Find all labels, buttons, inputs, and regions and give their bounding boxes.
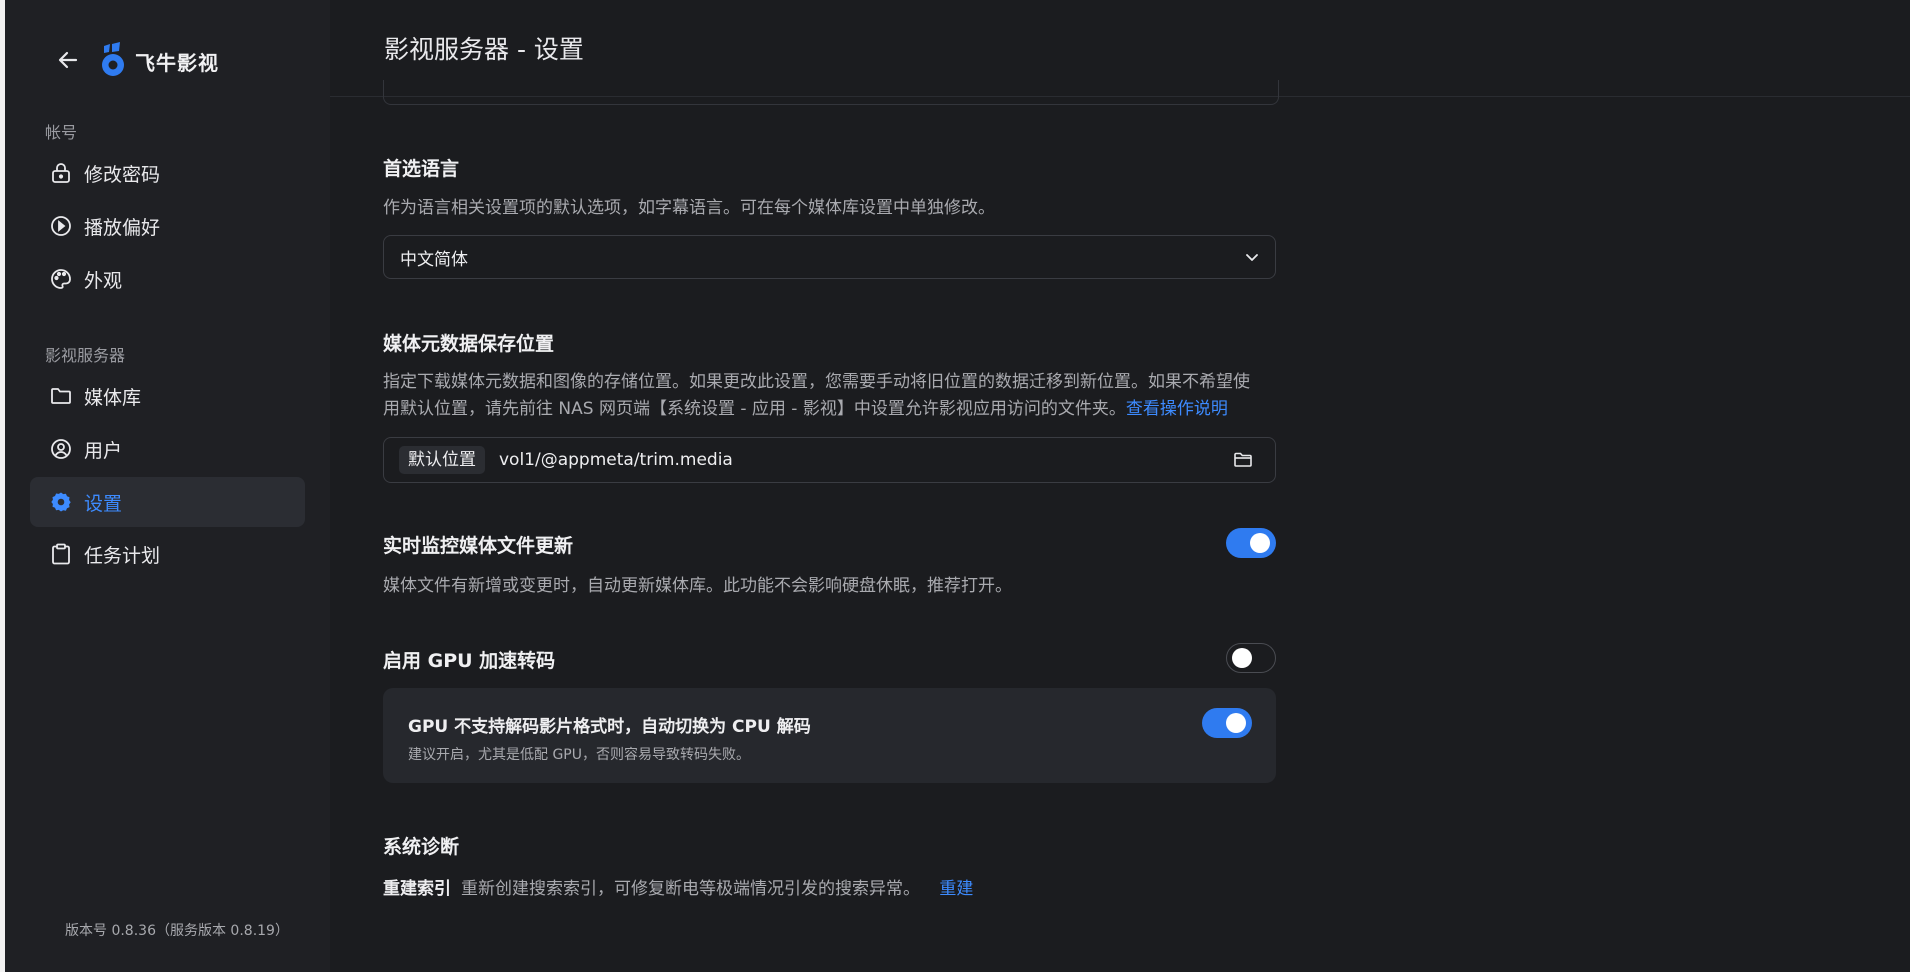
arrow-left-icon <box>58 51 78 69</box>
nav-label: 媒体库 <box>84 386 142 409</box>
gpu-title: 启用 GPU 加速转码 <box>383 650 556 672</box>
rebuild-button[interactable]: 重建 <box>939 879 973 899</box>
rebuild-index-label: 重建索引 <box>383 879 451 899</box>
metadata-title: 媒体元数据保存位置 <box>383 333 555 355</box>
previous-field-edge <box>383 80 1279 105</box>
nav-appearance[interactable]: 外观 <box>30 254 305 304</box>
view-instructions-link[interactable]: 查看操作说明 <box>1126 399 1228 419</box>
diagnostics-title: 系统诊断 <box>383 836 460 858</box>
toggle-knob <box>1226 713 1246 733</box>
language-title: 首选语言 <box>383 158 460 180</box>
folder-browse-icon[interactable] <box>1233 451 1253 469</box>
gpu-toggle[interactable] <box>1226 643 1276 673</box>
nav-label: 修改密码 <box>84 163 161 186</box>
toggle-knob <box>1250 533 1270 553</box>
chevron-down-icon <box>1246 254 1258 261</box>
metadata-desc-line1: 指定下载媒体元数据和图像的存储位置。如果更改此设置，您需要手动将旧位置的数据迁移… <box>383 372 1250 392</box>
user-circle-icon <box>50 438 72 460</box>
nav-label: 外观 <box>84 269 123 292</box>
rebuild-index-desc: 重新创建搜索索引，可修复断电等极端情况引发的搜索异常。 <box>461 879 920 899</box>
lock-icon <box>50 162 72 184</box>
nav-change-password[interactable]: 修改密码 <box>30 148 305 198</box>
gear-icon <box>50 491 72 513</box>
nav-label: 设置 <box>84 492 123 515</box>
nav-media-library[interactable]: 媒体库 <box>30 371 305 421</box>
gpu-fallback-desc: 建议开启，尤其是低配 GPU，否则容易导致转码失败。 <box>408 747 750 763</box>
version-text: 版本号 0.8.36（服务版本 0.8.19） <box>65 923 289 939</box>
nav-task-schedule[interactable]: 任务计划 <box>30 529 305 579</box>
app-logo-icon <box>102 42 124 76</box>
language-select[interactable]: 中文简体 <box>383 235 1276 279</box>
metadata-path-value: vol1/@appmeta/trim.media <box>499 450 733 470</box>
default-location-tag: 默认位置 <box>399 446 485 474</box>
metadata-desc-line2: 用默认位置，请先前往 NAS 网页端【系统设置 - 应用 - 影视】中设置允许影… <box>383 399 1126 419</box>
clipboard-icon <box>50 543 72 565</box>
nav-users[interactable]: 用户 <box>30 424 305 474</box>
sidebar: 飞牛影视 帐号 修改密码 播放偏好 外观 影视服务器 媒体库 用户 设置 任务计… <box>5 0 330 972</box>
monitor-title: 实时监控媒体文件更新 <box>383 535 574 557</box>
monitor-toggle[interactable] <box>1226 528 1276 558</box>
nav-label: 播放偏好 <box>84 216 161 239</box>
nav-settings[interactable]: 设置 <box>30 477 305 527</box>
language-desc: 作为语言相关设置项的默认选项，如字幕语言。可在每个媒体库设置中单独修改。 <box>383 198 995 218</box>
gpu-fallback-card: GPU 不支持解码影片格式时，自动切换为 CPU 解码 建议开启，尤其是低配 G… <box>383 688 1276 783</box>
play-circle-icon <box>50 215 72 237</box>
language-selected-value: 中文简体 <box>400 249 468 270</box>
rebuild-index-row: 重建索引 重新创建搜索索引，可修复断电等极端情况引发的搜索异常。 重建 <box>383 874 973 899</box>
palette-icon <box>50 268 72 290</box>
app-name: 飞牛影视 <box>135 51 219 75</box>
server-section-label: 影视服务器 <box>45 346 126 365</box>
scrollbar[interactable] <box>1904 0 1910 972</box>
page-title: 影视服务器 - 设置 <box>384 35 584 64</box>
monitor-desc: 媒体文件有新增或变更时，自动更新媒体库。此功能不会影响硬盘休眠，推荐打开。 <box>383 576 1012 596</box>
toggle-knob <box>1232 648 1252 668</box>
account-section-label: 帐号 <box>45 123 78 142</box>
metadata-desc: 指定下载媒体元数据和图像的存储位置。如果更改此设置，您需要手动将旧位置的数据迁移… <box>383 369 1283 423</box>
gpu-fallback-toggle[interactable] <box>1202 708 1252 738</box>
metadata-path-field[interactable]: 默认位置 vol1/@appmeta/trim.media <box>383 437 1276 483</box>
nav-label: 用户 <box>84 439 123 462</box>
folder-icon <box>50 385 72 407</box>
nav-playback-preference[interactable]: 播放偏好 <box>30 201 305 251</box>
back-button[interactable] <box>50 45 86 75</box>
gpu-fallback-title: GPU 不支持解码影片格式时，自动切换为 CPU 解码 <box>408 717 811 737</box>
nav-label: 任务计划 <box>84 544 161 567</box>
